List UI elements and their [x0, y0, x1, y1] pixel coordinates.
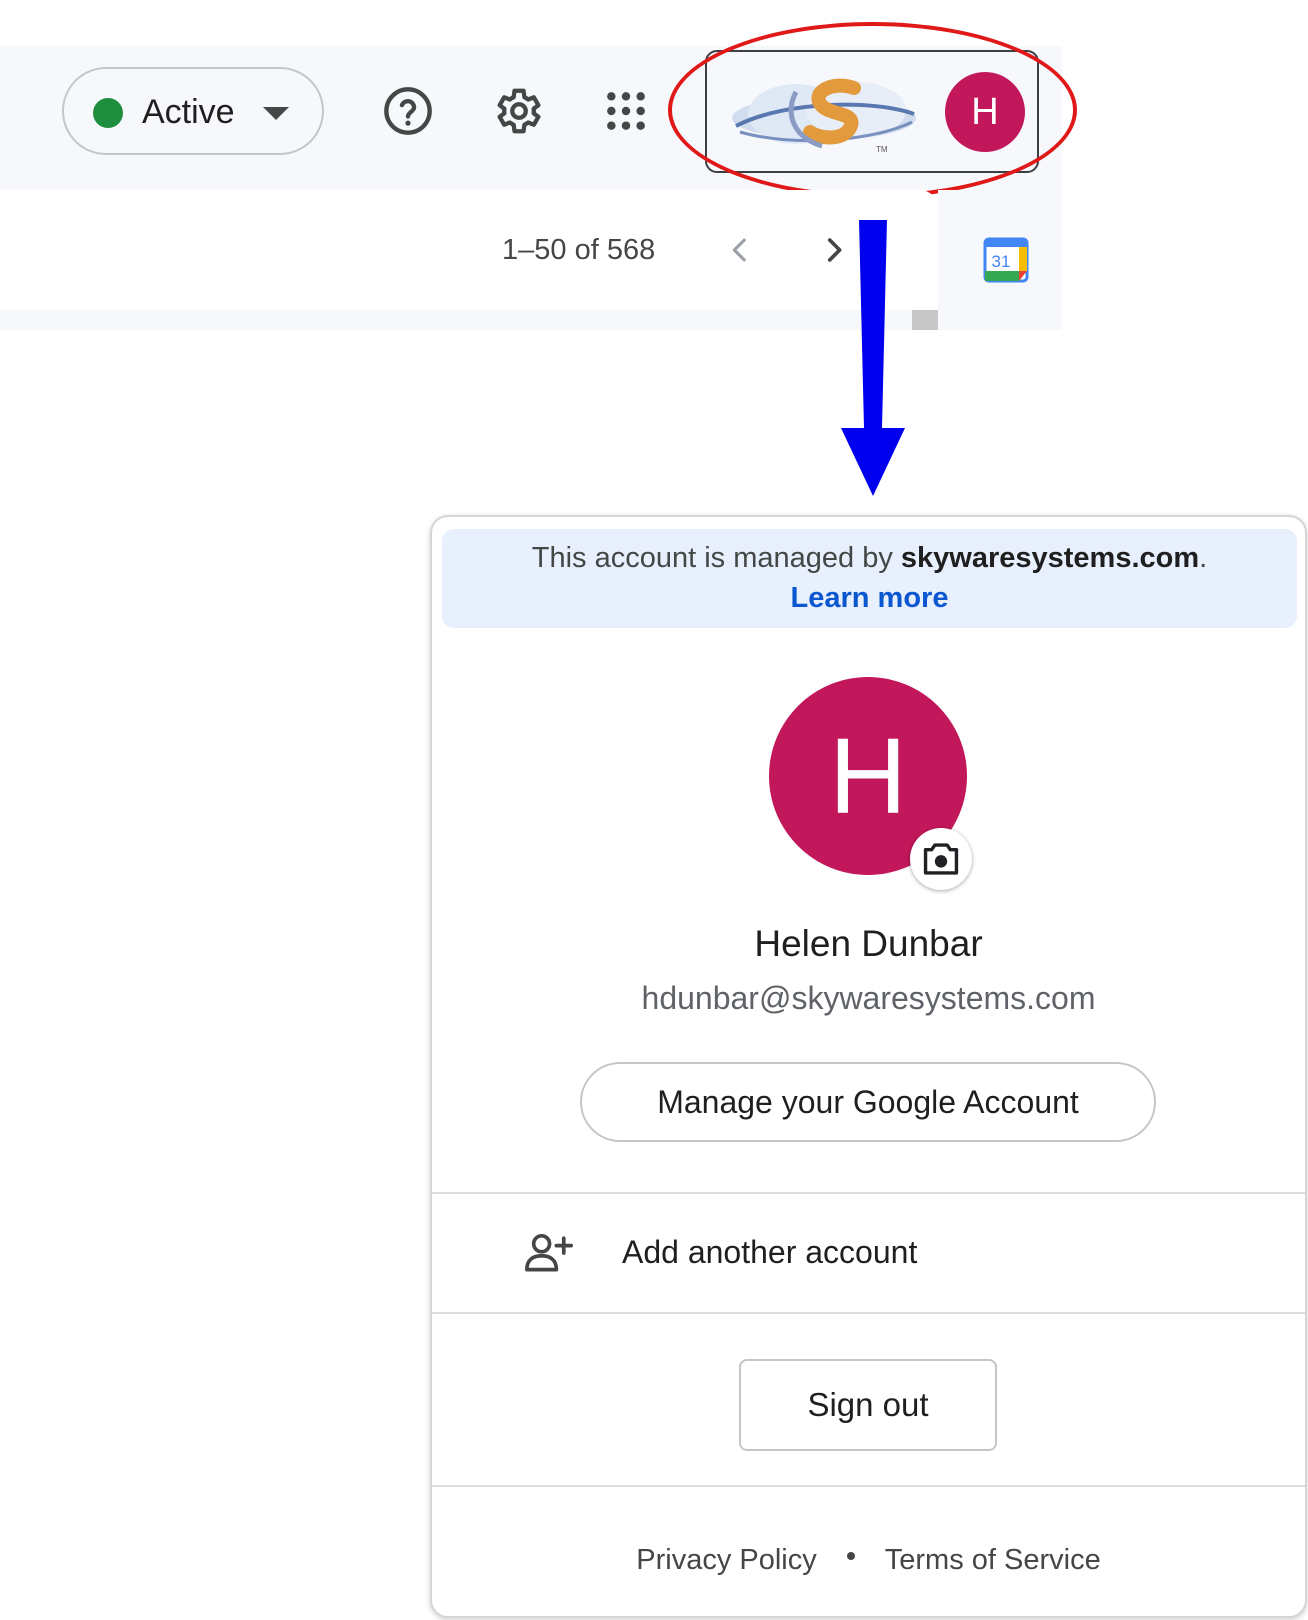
status-active-dot	[93, 98, 123, 128]
gear-icon	[497, 88, 541, 134]
status-label: Active	[142, 93, 235, 131]
help-circle-icon	[384, 87, 432, 135]
divider	[432, 1485, 1305, 1487]
caret-down-icon	[263, 107, 289, 120]
settings-button[interactable]	[487, 81, 547, 141]
chevron-left-icon[interactable]	[723, 232, 757, 268]
managed-prefix: This account is managed by	[531, 542, 901, 574]
list-toolbar	[0, 190, 938, 310]
sign-out-button[interactable]: Sign out	[739, 1359, 997, 1451]
pagination-range: 1–50 of 568	[502, 234, 656, 266]
highlight-ellipse	[668, 22, 1077, 198]
scrollbar-thumb[interactable]	[912, 310, 938, 330]
apps-grid-icon	[607, 92, 645, 130]
status-dropdown[interactable]: Active	[62, 67, 324, 155]
pointer-arrow	[841, 220, 905, 496]
managed-suffix: .	[1199, 542, 1208, 574]
calendar-day: 31	[992, 252, 1011, 271]
person-add-icon	[525, 1233, 573, 1272]
privacy-policy-link[interactable]: Privacy Policy	[636, 1540, 817, 1580]
manage-account-button[interactable]: Manage your Google Account	[580, 1062, 1156, 1142]
managed-account-banner: This account is managed by skywaresystem…	[442, 529, 1297, 628]
account-menu-footer: Privacy Policy Terms of Service	[432, 1539, 1305, 1589]
managed-domain: skywaresystems.com	[900, 542, 1200, 574]
terms-of-service-link[interactable]: Terms of Service	[885, 1540, 1101, 1580]
apps-button[interactable]	[596, 81, 656, 141]
account-menu: This account is managed by skywaresystem…	[430, 515, 1307, 1618]
separator-dot	[846, 1552, 855, 1561]
camera-icon	[923, 843, 959, 875]
add-account-label: Add another account	[622, 1234, 918, 1270]
change-photo-button[interactable]	[910, 828, 972, 890]
add-account-row[interactable]: Add another account	[432, 1194, 1305, 1314]
help-button[interactable]	[378, 81, 438, 141]
user-name: Helen Dunbar	[754, 923, 983, 964]
learn-more-link[interactable]: Learn more	[442, 579, 1297, 617]
divider	[432, 1312, 1305, 1314]
user-email: hdunbar@skywaresystems.com	[641, 980, 1096, 1016]
calendar-icon[interactable]: 31	[983, 237, 1029, 283]
